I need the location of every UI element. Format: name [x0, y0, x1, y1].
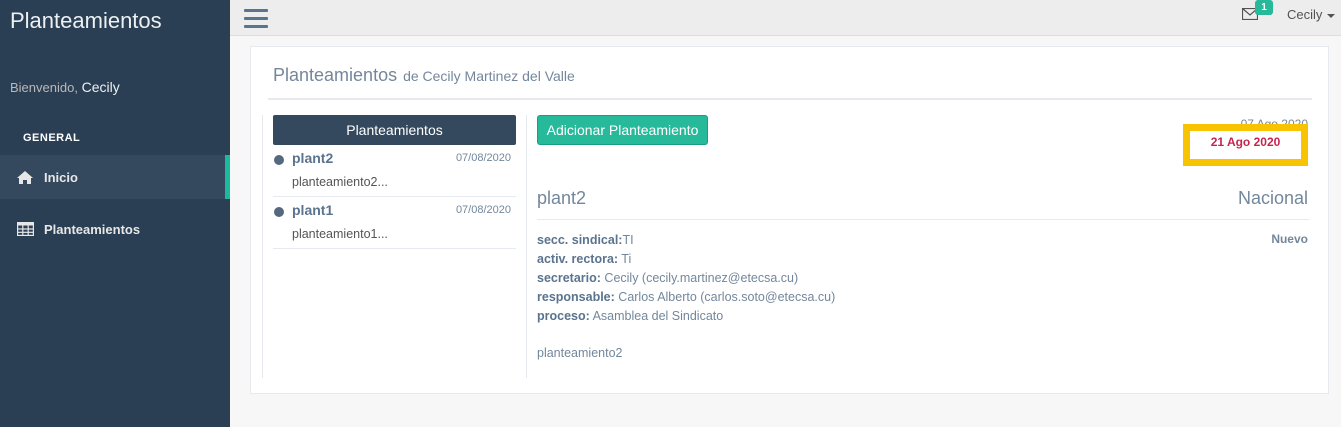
detail-title: plant2	[537, 188, 587, 208]
user-menu[interactable]: Cecily	[1287, 7, 1336, 22]
menu-toggle-icon[interactable]	[244, 9, 268, 28]
home-icon	[15, 170, 35, 185]
field-label: responsable:	[537, 290, 615, 304]
list-header: Planteamientos	[273, 115, 516, 145]
field-value: TI	[622, 233, 634, 247]
item-desc: planteamiento1...	[292, 227, 388, 241]
item-date: 07/08/2020	[455, 152, 511, 164]
status-badge: Nuevo	[1271, 232, 1308, 246]
due-date: 21 Ago 2020	[1210, 135, 1281, 149]
title-divider	[268, 98, 1312, 100]
field-seccion: secc. sindical:TI	[537, 231, 835, 250]
detail-pane: Adicionar Planteamiento 07 Ago 2020 21 A…	[526, 115, 1318, 378]
welcome-user: Cecily	[81, 79, 120, 95]
field-actividad: activ. rectora: Ti	[537, 250, 835, 269]
sidebar: Planteamientos Bienvenido, Cecily GENERA…	[0, 0, 230, 427]
item-desc: planteamiento2...	[292, 175, 388, 189]
caret-down-icon	[1327, 13, 1336, 18]
item-name: plant2	[292, 150, 334, 166]
field-responsable: responsable: Carlos Alberto (carlos.soto…	[537, 288, 835, 307]
detail-fields: secc. sindical:TI activ. rectora: Ti sec…	[537, 231, 835, 326]
field-label: secc. sindical:	[537, 233, 623, 247]
bullet-icon	[274, 207, 284, 217]
sidebar-item-planteamientos[interactable]: Planteamientos	[0, 207, 230, 251]
field-label: secretario:	[537, 271, 601, 285]
table-icon	[15, 222, 35, 236]
detail-description: planteamiento2	[537, 346, 623, 360]
field-label: proceso:	[537, 309, 590, 323]
add-planteamiento-button[interactable]: Adicionar Planteamiento	[537, 115, 708, 145]
field-proceso: proceso: Asamblea del Sindicato	[537, 307, 835, 326]
field-label: activ. rectora:	[537, 252, 619, 266]
field-value: Ti	[618, 252, 632, 266]
user-name: Cecily	[1287, 7, 1323, 22]
list-item[interactable]: plant2 07/08/2020 planteamiento2...	[273, 145, 516, 197]
planteamientos-list: Planteamientos plant2 07/08/2020 plantea…	[262, 115, 527, 378]
sidebar-item-label: Planteamientos	[44, 221, 141, 237]
bullet-icon	[274, 155, 284, 165]
list-item[interactable]: plant1 07/08/2020 planteamiento1...	[273, 197, 516, 249]
due-date-highlight: 21 Ago 2020	[1183, 124, 1308, 166]
top-nav: 1 Cecily	[230, 0, 1341, 36]
item-date: 07/08/2020	[455, 204, 511, 216]
welcome-text: Bienvenido, Cecily	[10, 79, 120, 95]
sidebar-item-inicio[interactable]: Inicio	[0, 155, 230, 199]
app-brand[interactable]: Planteamientos	[10, 8, 162, 34]
field-secretario: secretario: Cecily (cecily.martinez@etec…	[537, 269, 835, 288]
item-name: plant1	[292, 202, 334, 218]
page-title: Planteamientos de Cecily Martinez del Val…	[273, 65, 575, 86]
page-subtitle: de Cecily Martinez del Valle	[403, 68, 575, 84]
welcome-prefix: Bienvenido,	[10, 80, 78, 95]
detail-divider	[537, 219, 1309, 220]
detail-scope: Nacional	[1237, 188, 1308, 208]
sidebar-item-label: Inicio	[44, 169, 78, 185]
main-panel: Planteamientos de Cecily Martinez del Val…	[250, 46, 1329, 394]
notification-badge: 1	[1255, 0, 1273, 15]
field-value: Asamblea del Sindicato	[589, 309, 724, 323]
page-title-text: Planteamientos	[273, 65, 398, 85]
field-value: Carlos Alberto (carlos.soto@etecsa.cu)	[614, 290, 836, 304]
section-general: GENERAL	[23, 132, 81, 144]
field-value: Cecily (cecily.martinez@etecsa.cu)	[600, 271, 799, 285]
